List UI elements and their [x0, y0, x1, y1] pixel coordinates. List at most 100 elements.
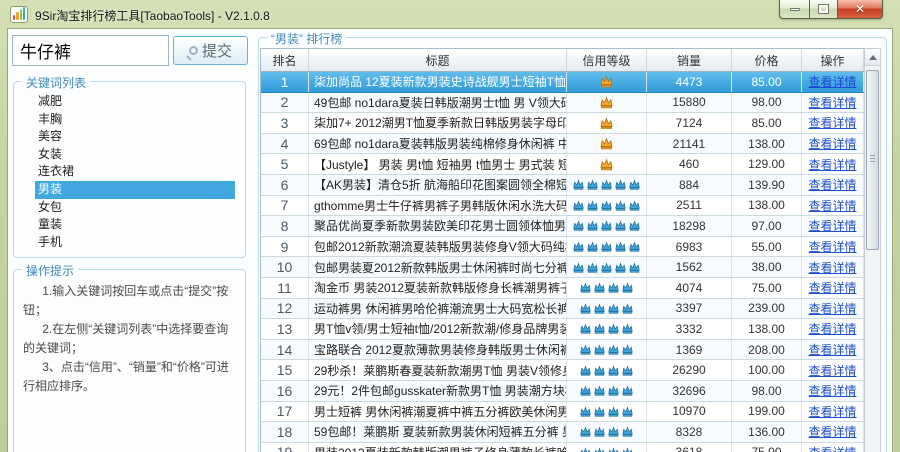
table-row-16[interactable]: 16 29元！2件包邮gusskater新款男T恤 男装潮方块树... 32696 9…: [261, 380, 864, 402]
table-row-18[interactable]: 18 59包邮！莱鹏斯 夏装新款男装休闲短裤五分裤 男... 8328 136.00 查…: [261, 422, 864, 443]
table-row-9[interactable]: 9 包邮2012新款潮流夏装韩版男装修身V领大码纯棉... 6983 55.00 查看详…: [261, 236, 864, 258]
sales-cell: 21141: [647, 133, 732, 154]
table-row-4[interactable]: 4 69包邮 no1dara夏装韩版男装纯棉修身休闲裤 中... 21141 138.…: [261, 133, 864, 155]
table-row-15[interactable]: 15 29秒杀！莱鹏斯春夏装新款潮男T恤 男装V领修身... 26290 100.00…: [261, 360, 864, 381]
view-detail-link[interactable]: 查看详情: [808, 403, 856, 420]
credit-cell: [567, 113, 647, 133]
keyword-panel-title: 关键词列表: [22, 74, 91, 91]
rank-cell: 7: [261, 195, 309, 216]
table-row-14[interactable]: 14 宝路联合 2012夏款薄款男装修身韩版男士休闲裤 ... 1369 208.00…: [261, 339, 864, 361]
credit-crown-blue-icon: [580, 406, 591, 417]
title-cell: 男士短裤 男休闲裤潮夏裤中裤五分裤欧美休闲男装...: [309, 401, 567, 422]
tip-line-3: 3、点击“信用”、“销量”和“价格”可进行相应排序。: [23, 360, 229, 393]
keyword-item-5[interactable]: 男装: [35, 180, 235, 199]
table-row-8[interactable]: 8 聚品优尚夏季新款男装欧美印花男士圆领体恤男士... 18298 97.00 查看详情: [261, 216, 864, 237]
credit-crown-blue-icon: [623, 447, 632, 452]
sales-cell: 4074: [647, 277, 732, 298]
keyword-item-1[interactable]: 丰胸: [35, 111, 235, 129]
credit-crown-blue-icon: [573, 220, 584, 232]
table-row-5[interactable]: 5 【Justyle】 男装 男t恤 短袖男 t恤男士 男式装 短... 460 12…: [261, 154, 864, 175]
column-header-5[interactable]: 操作: [802, 49, 864, 71]
table-row-1[interactable]: 1 柒加尚品 12夏装新款男装史诗战舰男士短袖T恤 韩... 4473 85.00 查看…: [261, 72, 864, 93]
table-row-10[interactable]: 10 包邮男装夏2012新款韩版男士休闲裤时尚七分裤男... 1562 38.00 查看…: [261, 257, 864, 278]
view-detail-link[interactable]: 查看详情: [808, 135, 856, 152]
table-row-12[interactable]: 12 运动裤男 休闲裤男哈伦裤潮流男士大码宽松长裤男... 3397 239.00 查看…: [261, 298, 864, 320]
keyword-item-7[interactable]: 童装: [35, 216, 235, 234]
credit-crown-blue-icon: [594, 323, 605, 335]
view-detail-link[interactable]: 查看详情: [808, 259, 856, 276]
credit-cell: [567, 401, 647, 422]
credit-cell: [567, 298, 647, 319]
window-title: 9Sir淘宝排行榜工具[TaobaoTools] - V2.1.0.8: [35, 9, 270, 23]
logo-bar-red: [13, 15, 16, 20]
close-button[interactable]: ✕: [837, 0, 883, 19]
scrollbar-thumb[interactable]: [866, 70, 879, 250]
credit-crowns: [579, 323, 634, 335]
vertical-scrollbar[interactable]: [864, 48, 881, 452]
credit-crowns: [579, 303, 634, 314]
title-cell: 聚品优尚夏季新款男装欧美印花男士圆领体恤男士...: [309, 216, 567, 236]
view-detail-link[interactable]: 查看详情: [808, 176, 856, 193]
table-row-2[interactable]: 2 49包邮 no1dara夏装日韩版潮男士t恤 男 V领大码... 15880 98…: [261, 92, 864, 114]
column-header-0[interactable]: 排名: [261, 49, 309, 71]
credit-cell: [567, 360, 647, 380]
submit-button[interactable]: 提交: [173, 36, 248, 65]
table-row-19[interactable]: 19男装2012夏装新款韩版潮男裤子修身薄款长裤哈伦... 361875.00 查看…: [261, 442, 864, 452]
view-detail-link[interactable]: 查看详情: [808, 114, 856, 131]
keyword-item-8[interactable]: 手机: [35, 234, 235, 252]
column-header-4[interactable]: 价格: [732, 49, 802, 71]
view-detail-link[interactable]: 查看详情: [808, 300, 856, 317]
sales-cell: 8328: [647, 422, 732, 442]
view-detail-link[interactable]: 查看详情: [808, 362, 856, 379]
table-row-17[interactable]: 17 男士短裤 男休闲裤潮夏裤中裤五分裤欧美休闲男装... 10970 199.00 查…: [261, 401, 864, 423]
price-cell: 85.00: [732, 72, 802, 92]
column-header-1[interactable]: 标题: [309, 49, 567, 71]
keyword-item-2[interactable]: 美容: [35, 128, 235, 146]
table-row-3[interactable]: 3 柒加7+ 2012潮男T恤夏季新款日韩版男装字母印... 7124 85.00 查看…: [261, 113, 864, 134]
view-detail-link[interactable]: 查看详情: [808, 423, 856, 440]
maximize-button[interactable]: [809, 0, 837, 19]
column-header-2[interactable]: 信用等级: [567, 49, 647, 71]
price-cell: 75.00: [732, 277, 802, 298]
view-detail-link[interactable]: 查看详情: [808, 94, 856, 111]
keyword-item-4[interactable]: 连衣裙: [35, 163, 235, 181]
view-detail-link[interactable]: 查看详情: [808, 73, 856, 90]
table-row-13[interactable]: 13 男T恤v领/男士短袖t恤/2012新款潮/修身品牌男装/... 3332 138…: [261, 319, 864, 340]
credit-crowns: [599, 158, 614, 171]
ranking-grid: 排名 标题 信用等级 销量 价格 操作 1 柒加尚品 12夏装新款男装史诗战舰男士短袖T恤 …: [260, 48, 864, 452]
view-detail-link[interactable]: 查看详情: [808, 444, 856, 452]
credit-crown-blue-icon: [580, 344, 591, 355]
keyword-item-0[interactable]: 减肥: [35, 93, 235, 111]
view-detail-link[interactable]: 查看详情: [808, 382, 856, 399]
table-row-6[interactable]: 6 【AK男装】清仓5折 航海船印花图案圆领全棉短袖... 884 139.90 查看详…: [261, 174, 864, 196]
table-row-11[interactable]: 11 淘金币 男装2012夏装新款韩版修身长裤潮男裤子... 4074 75.00 查看…: [261, 277, 864, 299]
keyword-item-6[interactable]: 女包: [35, 199, 235, 217]
rank-cell: 13: [261, 319, 309, 339]
view-detail-link[interactable]: 查看详情: [808, 320, 856, 337]
credit-crown-gold-icon: [600, 96, 613, 109]
view-detail-link[interactable]: 查看详情: [808, 238, 856, 255]
title-cell: 49包邮 no1dara夏装日韩版潮男士t恤 男 V领大码...: [309, 92, 567, 113]
price-cell: 55.00: [732, 236, 802, 257]
column-header-3[interactable]: 销量: [647, 49, 732, 71]
view-detail-link[interactable]: 查看详情: [808, 197, 856, 214]
keyword-search-input[interactable]: [12, 35, 169, 66]
scroll-up-button[interactable]: [865, 49, 880, 66]
logo-bar-orange: [16, 12, 19, 20]
minimize-button[interactable]: [779, 0, 809, 19]
credit-crown-gold-icon: [600, 158, 613, 171]
view-detail-link[interactable]: 查看详情: [808, 156, 856, 173]
credit-cell: [567, 319, 647, 339]
credit-crown-blue-icon: [608, 282, 619, 293]
arrow-up-icon: [868, 54, 877, 60]
keyword-item-3[interactable]: 女装: [35, 146, 235, 164]
table-row-7[interactable]: 7 gthomme男士牛仔裤男裤子男韩版休闲水洗大码... 2511 138.00 查看…: [261, 195, 864, 217]
tips-text: 1.输入关键词按回车或点击“提交”按钮； 2.在左侧“关键词列表”中选择要查询的关…: [14, 270, 245, 396]
view-detail-link[interactable]: 查看详情: [808, 279, 856, 296]
credit-cell: [567, 236, 647, 257]
credit-crown-blue-icon: [580, 385, 591, 396]
title-cell: gthomme男士牛仔裤男裤子男韩版休闲水洗大码...: [309, 195, 567, 216]
view-detail-link[interactable]: 查看详情: [808, 217, 856, 234]
maximize-icon: [818, 4, 829, 14]
view-detail-link[interactable]: 查看详情: [808, 341, 856, 358]
